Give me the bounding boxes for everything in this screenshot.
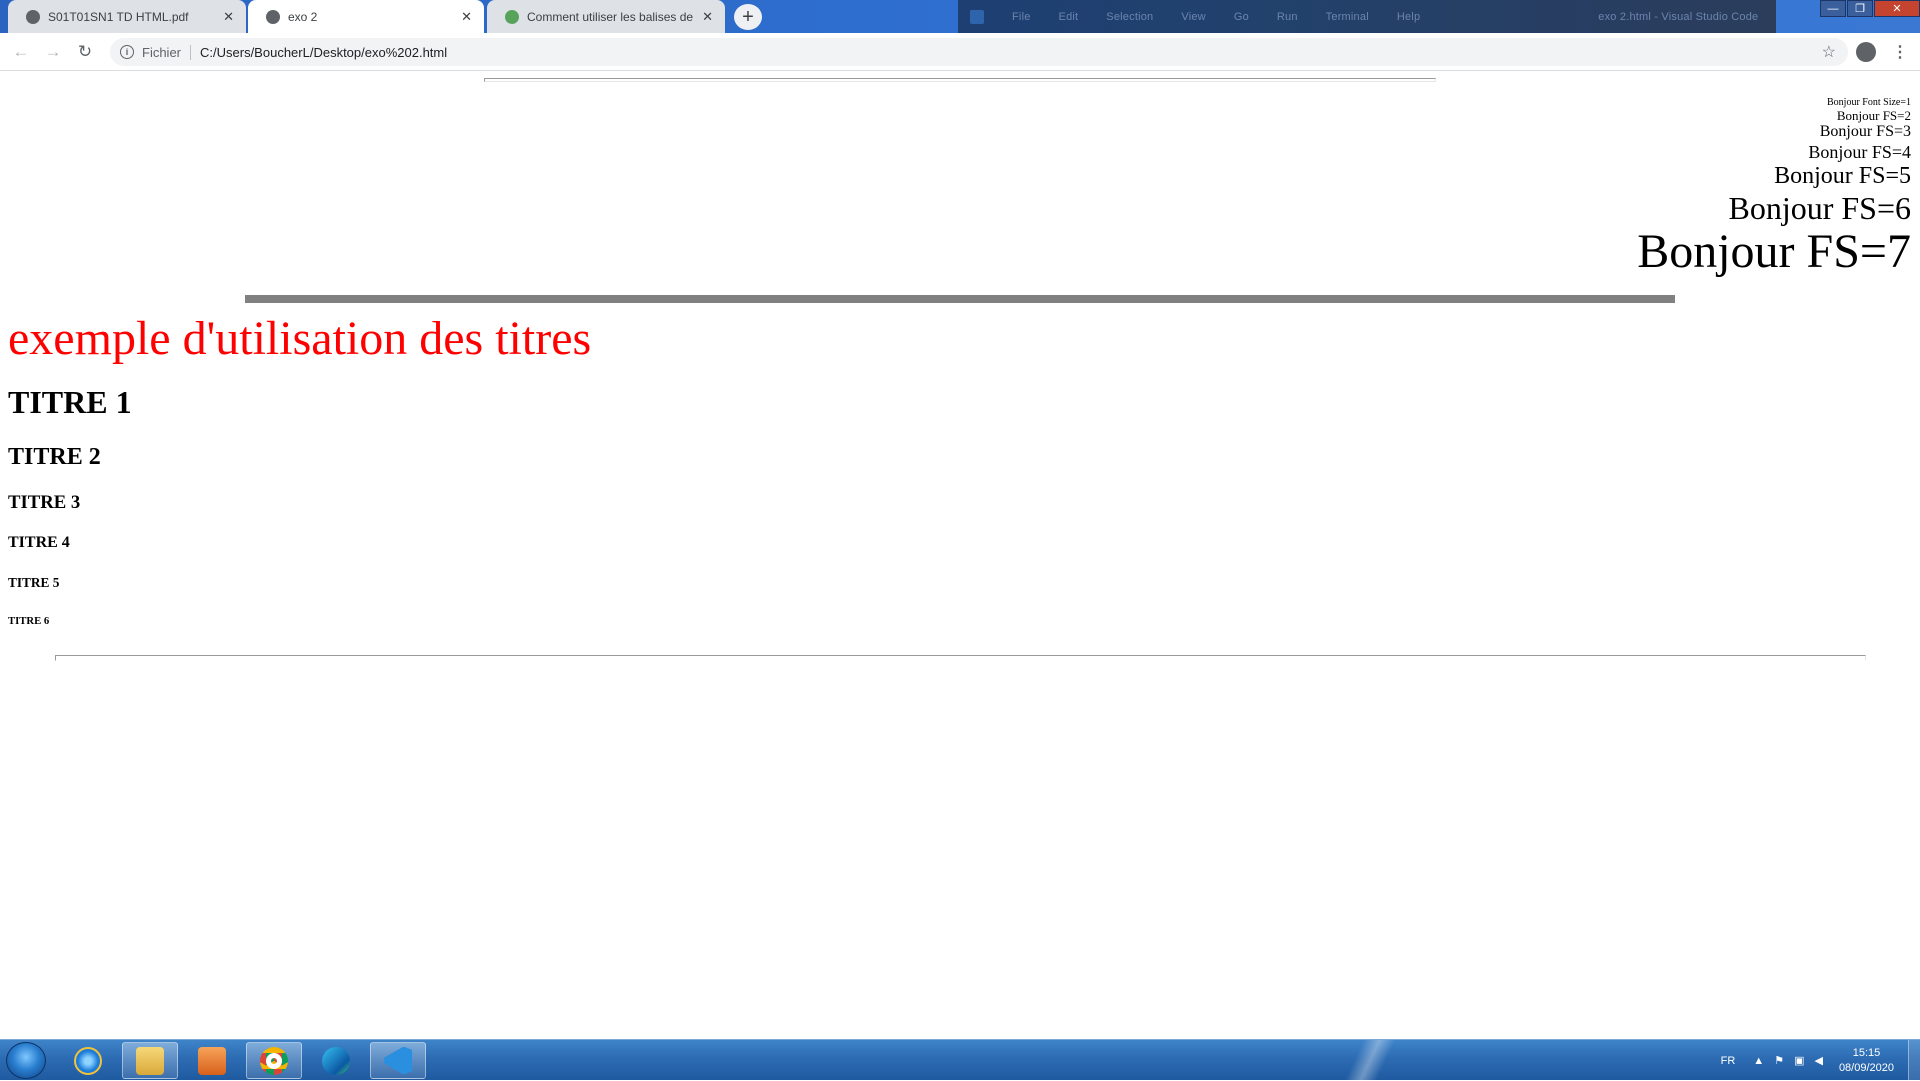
clock-time: 15:15	[1852, 1046, 1881, 1059]
close-window-button[interactable]: ✕	[1874, 0, 1920, 17]
heading-6: TITRE 6	[8, 615, 50, 627]
tab-balises[interactable]: Comment utiliser les balises de c ✕	[487, 0, 725, 33]
vscode-window-title: exo 2.html - Visual Studio Code	[1598, 10, 1759, 23]
font-size-line-2: Bonjour FS=2	[1836, 107, 1911, 123]
font-size-line-1: Bonjour Font Size=1	[1827, 97, 1911, 108]
internet-explorer-icon	[74, 1046, 102, 1075]
globe-icon	[266, 9, 280, 24]
taskbar-vscode[interactable]	[370, 1042, 426, 1079]
file-explorer-icon	[136, 1046, 164, 1075]
font-size-demo: Bonjour Font Size=1 Bonjour FS=2 Bonjour…	[1637, 97, 1911, 277]
horizontal-rule-bottom	[55, 655, 1866, 661]
volume-icon[interactable]: ◀	[1814, 1054, 1822, 1067]
back-button[interactable]: ←	[10, 41, 32, 63]
browser-toolbar: ← → ↻ i Fichier C:/Users/BoucherL/Deskto…	[0, 33, 1920, 71]
taskbar-ie[interactable]	[60, 1042, 116, 1079]
system-tray: FR ▲ ⚑ ▣ ◀ 15:15 08/09/2020	[1721, 1040, 1920, 1081]
language-indicator[interactable]: FR	[1721, 1055, 1736, 1067]
start-button[interactable]	[6, 1042, 46, 1079]
vscode-menu-view[interactable]: View	[1181, 11, 1205, 23]
tab-close-icon[interactable]: ✕	[702, 9, 713, 25]
heading-5: TITRE 5	[8, 575, 60, 590]
edge-icon	[322, 1046, 350, 1075]
info-icon[interactable]: i	[120, 45, 134, 59]
kebab-menu-icon[interactable]: ⋮	[1892, 42, 1908, 62]
heading-1: TITRE 1	[8, 384, 132, 420]
forward-button[interactable]: →	[42, 41, 64, 63]
window-controls: — ❐ ✕	[1820, 0, 1920, 18]
tab-close-icon[interactable]: ✕	[461, 9, 472, 25]
new-tab-button[interactable]: +	[734, 4, 762, 30]
taskbar-media-player[interactable]	[184, 1042, 240, 1079]
network-icon[interactable]: ▣	[1794, 1054, 1804, 1067]
horizontal-rule-top	[484, 78, 1436, 82]
tab-label: exo 2	[288, 9, 318, 24]
font-size-line-5: Bonjour FS=5	[1774, 162, 1911, 189]
chrome-icon	[260, 1046, 288, 1075]
page-content: Bonjour Font Size=1 Bonjour FS=2 Bonjour…	[0, 71, 1920, 1039]
browser-titlebar: File Edit Selection View Go Run Terminal…	[0, 0, 1920, 33]
address-scheme: Fichier	[142, 44, 192, 60]
taskbar-chrome[interactable]	[246, 1042, 302, 1079]
clock-date: 08/09/2020	[1838, 1061, 1894, 1074]
show-hidden-icons-icon[interactable]: ▲	[1753, 1055, 1764, 1067]
taskbar-edge[interactable]	[308, 1042, 364, 1079]
show-desktop-button[interactable]	[1908, 1040, 1920, 1081]
vscode-menu-go[interactable]: Go	[1234, 11, 1249, 23]
font-size-line-6: Bonjour FS=6	[1728, 190, 1911, 227]
site-favicon-icon	[505, 9, 519, 24]
red-heading: exemple d'utilisation des titres	[8, 312, 592, 365]
background-vscode-window[interactable]: File Edit Selection View Go Run Terminal…	[958, 0, 1776, 33]
minimize-button[interactable]: —	[1820, 0, 1846, 17]
vscode-menu-terminal[interactable]: Terminal	[1326, 11, 1369, 23]
maximize-button[interactable]: ❐	[1847, 0, 1873, 17]
clock[interactable]: 15:15 08/09/2020	[1839, 1046, 1894, 1076]
reload-button[interactable]: ↻	[74, 41, 96, 63]
tab-exo2[interactable]: exo 2 ✕	[248, 0, 484, 33]
vscode-menu-edit[interactable]: Edit	[1059, 11, 1079, 23]
heading-4: TITRE 4	[8, 534, 70, 551]
font-size-line-7: Bonjour FS=7	[1637, 224, 1911, 278]
tab-label: S01T01SN1 TD HTML.pdf	[48, 9, 189, 24]
horizontal-rule-thick	[245, 295, 1675, 303]
tab-close-icon[interactable]: ✕	[223, 9, 234, 25]
taskbar-glare	[1300, 1040, 1440, 1081]
globe-icon	[26, 9, 40, 24]
bookmark-star-icon[interactable]: ☆	[1822, 42, 1836, 62]
vscode-logo-icon	[970, 9, 984, 24]
windows-taskbar: FR ▲ ⚑ ▣ ◀ 15:15 08/09/2020	[0, 1039, 1920, 1081]
font-size-line-3: Bonjour FS=3	[1819, 123, 1911, 141]
vscode-menu-run[interactable]: Run	[1277, 11, 1298, 23]
vscode-icon	[384, 1046, 412, 1075]
heading-2: TITRE 2	[8, 444, 101, 470]
vscode-menu-help[interactable]: Help	[1397, 11, 1420, 23]
font-size-line-4: Bonjour FS=4	[1808, 141, 1911, 162]
vscode-menu-selection[interactable]: Selection	[1106, 11, 1153, 23]
action-center-flag-icon[interactable]: ⚑	[1774, 1054, 1784, 1067]
media-player-icon	[198, 1046, 226, 1075]
heading-3: TITRE 3	[8, 492, 81, 513]
taskbar-explorer[interactable]	[122, 1042, 178, 1079]
tab-label: Comment utiliser les balises de c	[527, 9, 695, 24]
address-bar[interactable]: i Fichier C:/Users/BoucherL/Desktop/exo%…	[110, 38, 1848, 66]
address-url[interactable]: C:/Users/BoucherL/Desktop/exo%202.html	[200, 45, 447, 60]
vscode-menu-file[interactable]: File	[1012, 11, 1031, 23]
tab-pdf[interactable]: S01T01SN1 TD HTML.pdf ✕	[8, 0, 246, 33]
profile-avatar-icon[interactable]	[1856, 42, 1876, 62]
